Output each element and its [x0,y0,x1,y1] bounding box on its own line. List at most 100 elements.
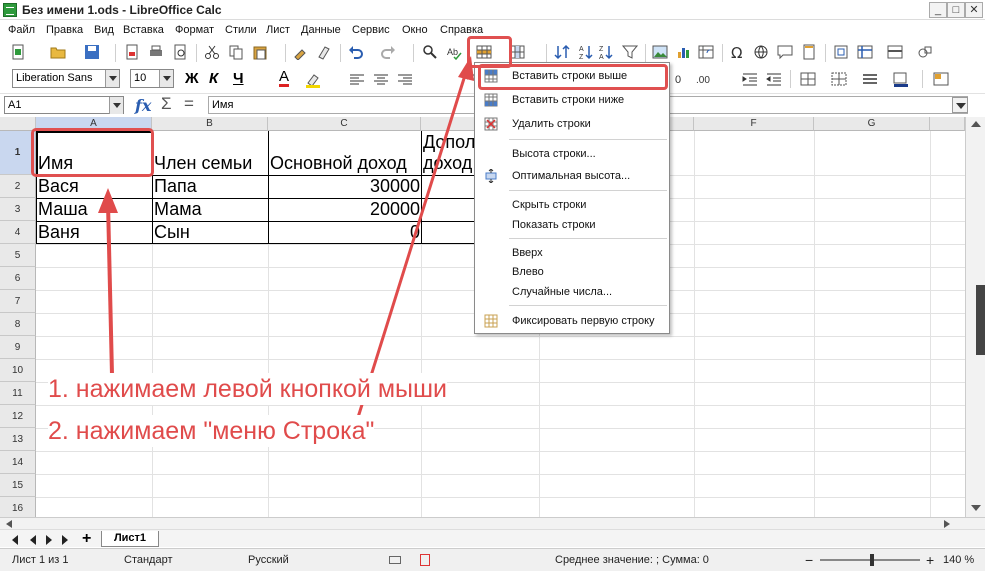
sort-ascending-icon[interactable]: AZ [578,44,594,60]
zoom-in-button[interactable]: + [926,552,934,568]
underline-button[interactable]: Ч [233,70,244,87]
conditional-format-icon[interactable] [933,71,949,87]
menu-delete-rows[interactable]: Удалить строки [475,114,669,134]
cell-c3[interactable]: 20000 [270,198,420,220]
column-header-g[interactable]: G [814,117,930,131]
insert-mode-icon[interactable] [389,556,401,564]
row-header-15[interactable]: 15 [0,474,36,497]
column-header-b[interactable]: B [152,117,268,131]
clear-formatting-icon[interactable] [316,44,332,60]
align-left-icon[interactable] [349,72,365,88]
headers-footers-icon[interactable] [801,44,817,60]
column-header-f[interactable]: F [694,117,814,131]
row-header-10[interactable]: 10 [0,359,36,382]
define-print-area-icon[interactable] [833,44,849,60]
row-header-13[interactable]: 13 [0,428,36,451]
row-header-9[interactable]: 9 [0,336,36,359]
border-style-icon[interactable] [862,71,878,87]
cell-c2[interactable]: 30000 [270,175,420,197]
horizontal-scrollbar[interactable] [0,518,985,530]
language[interactable]: Русский [248,554,289,566]
row-header-14[interactable]: 14 [0,451,36,474]
menu-row-height[interactable]: Высота строки... [475,144,669,164]
select-all-corner[interactable] [0,117,36,131]
comment-icon[interactable] [777,44,793,60]
font-color-button[interactable]: А [279,69,290,87]
save-icon[interactable] [84,44,100,60]
scroll-up-icon[interactable] [971,121,981,127]
menu-insert[interactable]: Вставка [123,24,164,36]
menu-hide-rows[interactable]: Скрыть строки [475,195,669,215]
cell-b1[interactable]: Член семьи [154,152,266,174]
menu-data[interactable]: Данные [301,24,341,36]
italic-button[interactable]: К [209,70,218,87]
border-color-icon[interactable] [893,71,909,87]
row-header-5[interactable]: 5 [0,244,36,267]
print-preview-icon[interactable] [172,44,188,60]
cell-c4[interactable]: 0 [270,221,420,243]
export-pdf-icon[interactable] [124,44,140,60]
pivot-table-icon[interactable] [698,44,714,60]
decimal-places-icon[interactable]: 0 [674,71,690,87]
find-replace-icon[interactable] [422,44,438,60]
cell-b3[interactable]: Мама [154,198,266,220]
menu-optimal-height[interactable]: Оптимальная высота... [475,166,669,186]
first-sheet-icon[interactable] [12,535,18,545]
freeze-rows-icon[interactable] [857,44,873,60]
menu-random-numbers[interactable]: Случайные числа... [475,282,669,302]
row-header-7[interactable]: 7 [0,290,36,313]
sidebar-collapse-handle[interactable] [976,285,985,355]
redo-icon[interactable] [380,44,396,60]
menu-view[interactable]: Вид [94,24,114,36]
cell-a3[interactable]: Маша [38,198,150,220]
clone-formatting-icon[interactable] [292,44,308,60]
cell-d1-line1[interactable]: Допол [423,131,475,153]
close-button[interactable]: ✕ [965,2,983,18]
decrease-indent-icon[interactable] [766,71,782,87]
open-folder-icon[interactable] [50,44,66,60]
cut-icon[interactable] [204,44,220,60]
cell-c1[interactable]: Основной доход [270,152,420,174]
cell-d1-line2[interactable]: доход [423,152,475,174]
scroll-down-icon[interactable] [971,505,981,511]
sort-icon[interactable] [554,44,570,60]
paste-icon[interactable] [252,44,268,60]
menu-sheet[interactable]: Лист [266,24,290,36]
row-header-3[interactable]: 3 [0,198,36,221]
autofilter-icon[interactable] [622,44,638,60]
sort-descending-icon[interactable]: ZA [598,44,614,60]
number-format-icon[interactable]: .00 [696,71,712,87]
spelling-icon[interactable]: Ab [446,44,462,60]
formula-button[interactable]: = [184,94,194,114]
row-header-8[interactable]: 8 [0,313,36,336]
menu-fill-up[interactable]: Вверх [475,243,669,263]
copy-icon[interactable] [228,44,244,60]
chevron-down-icon[interactable] [109,97,123,114]
cell-a2[interactable]: Вася [38,175,150,197]
chevron-down-icon[interactable] [105,70,119,87]
row-header-2[interactable]: 2 [0,175,36,198]
scroll-right-icon[interactable] [944,520,950,528]
page-style[interactable]: Стандарт [124,554,173,566]
maximize-button[interactable]: □ [947,2,965,18]
menu-freeze-first-row[interactable]: Фиксировать первую строку [475,311,669,331]
chevron-down-icon[interactable] [159,70,173,87]
shapes-icon[interactable] [917,44,933,60]
highlight-color-icon[interactable] [305,72,321,88]
menu-fill-left[interactable]: Влево [475,262,669,282]
menu-edit[interactable]: Правка [46,24,83,36]
undo-icon[interactable] [348,44,364,60]
align-center-icon[interactable] [373,72,389,88]
insert-chart-icon[interactable] [676,44,692,60]
row-header-12[interactable]: 12 [0,405,36,428]
next-sheet-icon[interactable] [46,535,52,545]
menu-file[interactable]: Файл [8,24,35,36]
new-document-icon[interactable] [10,44,26,60]
menu-format[interactable]: Формат [175,24,214,36]
cell-a4[interactable]: Ваня [38,221,150,243]
column-header-h[interactable] [930,117,965,131]
add-sheet-icon[interactable]: + [82,530,91,548]
column-header-c[interactable]: C [268,117,421,131]
cell-b4[interactable]: Сын [154,221,266,243]
row-header-11[interactable]: 11 [0,382,36,405]
